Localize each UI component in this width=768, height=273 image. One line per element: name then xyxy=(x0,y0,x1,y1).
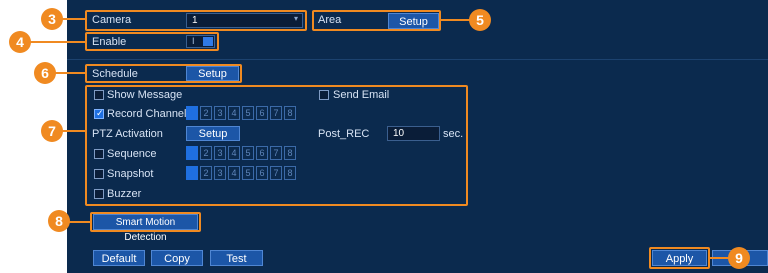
callout-badge-6: 6 xyxy=(34,62,56,84)
camera-select-value: 1 xyxy=(192,15,198,26)
record-ch-8[interactable]: 8 xyxy=(284,106,296,120)
snapshot-ch-3[interactable]: 3 xyxy=(214,166,226,180)
record-ch-4[interactable]: 4 xyxy=(228,106,240,120)
record-channel-selector: 1 2 3 4 5 6 7 8 xyxy=(186,106,306,120)
test-button[interactable]: Test xyxy=(210,250,263,266)
record-ch-3[interactable]: 3 xyxy=(214,106,226,120)
callout-leader-4 xyxy=(30,41,85,43)
record-channel-label: Record Channel xyxy=(107,108,187,120)
sequence-ch-4[interactable]: 4 xyxy=(228,146,240,160)
snapshot-ch-1[interactable]: 1 xyxy=(186,166,198,180)
post-rec-value: 10 xyxy=(393,128,405,139)
callout-badge-3: 3 xyxy=(41,8,63,30)
snapshot-channel-selector: 1 2 3 4 5 6 7 8 xyxy=(186,166,306,180)
snapshot-checkbox[interactable] xyxy=(94,169,104,179)
record-ch-7[interactable]: 7 xyxy=(270,106,282,120)
record-ch-1[interactable]: 1 xyxy=(186,106,198,120)
sequence-ch-6[interactable]: 6 xyxy=(256,146,268,160)
snapshot-label: Snapshot xyxy=(107,168,154,180)
record-ch-2[interactable]: 2 xyxy=(200,106,212,120)
chevron-down-icon: ▾ xyxy=(293,14,298,23)
area-setup-button[interactable]: Setup xyxy=(388,13,439,29)
divider xyxy=(67,59,768,60)
callout-leader-3 xyxy=(62,18,85,20)
callout-leader-8 xyxy=(69,221,90,223)
enable-toggle-text: I xyxy=(192,36,195,46)
camera-label: Camera xyxy=(92,14,132,26)
snapshot-ch-2[interactable]: 2 xyxy=(200,166,212,180)
callout-leader-7 xyxy=(62,130,85,132)
sequence-channel-selector: 1 2 3 4 5 6 7 8 xyxy=(186,146,306,160)
enable-label: Enable xyxy=(92,36,127,48)
buzzer-checkbox[interactable] xyxy=(94,189,104,199)
snapshot-ch-6[interactable]: 6 xyxy=(256,166,268,180)
sequence-label: Sequence xyxy=(107,148,157,160)
record-channel-checkbox[interactable] xyxy=(94,108,104,119)
copy-button[interactable]: Copy xyxy=(151,250,203,266)
send-email-checkbox[interactable] xyxy=(319,90,329,100)
show-message-label: Show Message xyxy=(107,89,183,101)
enable-toggle[interactable]: I xyxy=(186,35,215,48)
sequence-ch-2[interactable]: 2 xyxy=(200,146,212,160)
callout-badge-4: 4 xyxy=(9,31,31,53)
callout-badge-8: 8 xyxy=(48,210,70,232)
enable-toggle-knob xyxy=(203,37,213,46)
sequence-ch-1[interactable]: 1 xyxy=(186,146,198,160)
area-label: Area xyxy=(318,14,342,26)
callout-badge-9: 9 xyxy=(728,247,750,269)
apply-button[interactable]: Apply xyxy=(652,250,707,266)
post-rec-input[interactable]: 10 xyxy=(387,126,440,141)
record-ch-5[interactable]: 5 xyxy=(242,106,254,120)
record-ch-6[interactable]: 6 xyxy=(256,106,268,120)
camera-select[interactable]: 1 ▾ xyxy=(186,13,303,28)
snapshot-ch-5[interactable]: 5 xyxy=(242,166,254,180)
default-button[interactable]: Default xyxy=(93,250,145,266)
snapshot-ch-4[interactable]: 4 xyxy=(228,166,240,180)
buzzer-label: Buzzer xyxy=(107,188,142,200)
ptz-setup-button[interactable]: Setup xyxy=(186,126,240,141)
snapshot-ch-7[interactable]: 7 xyxy=(270,166,282,180)
smart-motion-detection-button[interactable]: Smart Motion Detection xyxy=(93,214,198,243)
sequence-ch-8[interactable]: 8 xyxy=(284,146,296,160)
ptz-activation-label: PTZ Activation xyxy=(92,128,163,140)
sequence-ch-5[interactable]: 5 xyxy=(242,146,254,160)
callout-leader-9 xyxy=(710,257,729,259)
send-email-label: Send Email xyxy=(333,89,390,101)
sequence-checkbox[interactable] xyxy=(94,149,104,159)
callout-leader-6 xyxy=(55,72,85,74)
post-rec-unit: sec. xyxy=(443,128,464,140)
sequence-ch-7[interactable]: 7 xyxy=(270,146,282,160)
schedule-label: Schedule xyxy=(92,68,138,80)
snapshot-ch-8[interactable]: 8 xyxy=(284,166,296,180)
post-rec-label: Post_REC xyxy=(318,128,370,140)
callout-leader-5 xyxy=(441,19,470,21)
sequence-ch-3[interactable]: 3 xyxy=(214,146,226,160)
callout-badge-7: 7 xyxy=(41,120,63,142)
callout-badge-5: 5 xyxy=(469,9,491,31)
schedule-setup-button[interactable]: Setup xyxy=(186,66,239,81)
show-message-checkbox[interactable] xyxy=(94,90,104,100)
